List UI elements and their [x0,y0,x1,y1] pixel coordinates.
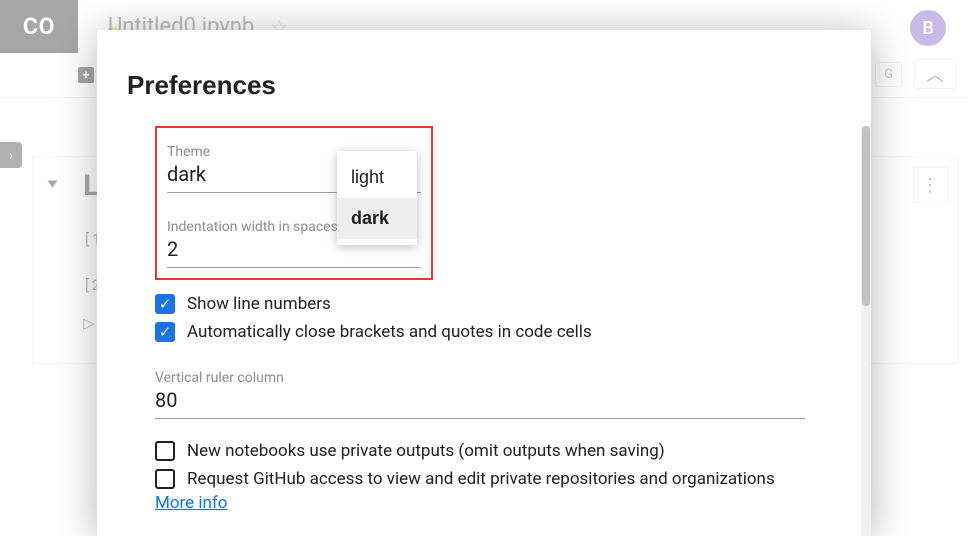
more-info-link[interactable]: More info [155,493,228,513]
ruler-input[interactable]: 80 [155,386,805,419]
github-access-label: Request GitHub access to view and edit p… [187,469,775,489]
check-icon: ✓ [159,323,172,341]
show-line-numbers-row: ✓ Show line numbers [155,294,805,314]
ruler-label: Vertical ruler column [155,370,805,386]
auto-close-checkbox[interactable]: ✓ [155,322,175,342]
dialog-title: Preferences [127,70,276,101]
auto-close-row: ✓ Automatically close brackets and quote… [155,322,805,342]
scrollbar-thumb[interactable] [862,126,870,306]
github-access-row: Request GitHub access to view and edit p… [155,469,805,489]
theme-option-dark[interactable]: dark [337,198,417,239]
dialog-body: Theme dark Indentation width in spaces 2… [97,126,861,536]
show-line-numbers-checkbox[interactable]: ✓ [155,294,175,314]
auto-close-label: Automatically close brackets and quotes … [187,322,592,342]
private-outputs-row: New notebooks use private outputs (omit … [155,441,805,461]
preferences-dialog: Preferences Theme dark Indentation width… [97,30,871,536]
private-outputs-label: New notebooks use private outputs (omit … [187,441,665,461]
check-icon: ✓ [159,295,172,313]
github-access-checkbox[interactable] [155,469,175,489]
theme-option-light[interactable]: light [337,157,417,198]
scrollbar-track[interactable] [861,126,871,536]
show-line-numbers-label: Show line numbers [187,294,331,314]
theme-dropdown: light dark [337,151,417,245]
private-outputs-checkbox[interactable] [155,441,175,461]
